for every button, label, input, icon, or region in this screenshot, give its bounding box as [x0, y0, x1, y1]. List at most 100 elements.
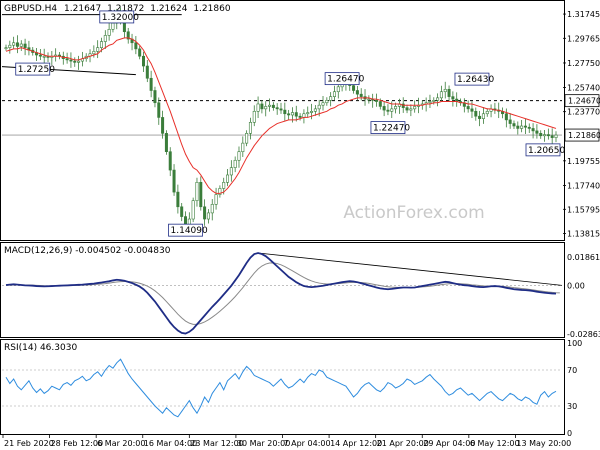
candle-body — [99, 41, 103, 48]
axes: 1.24670 1.21860 1.31745 1.29765 1.27750 1.257… — [2, 10, 600, 448]
macd-tick-label: 0.018615 — [567, 253, 600, 262]
candle-body — [92, 51, 96, 55]
candle-body — [474, 111, 478, 117]
x-tick-label: 21 Feb 2020 — [4, 439, 54, 448]
candle-body — [554, 134, 558, 138]
candle-body — [539, 133, 543, 137]
price-tick-label: 1.25740 — [567, 84, 600, 93]
candle-body — [145, 65, 149, 79]
candle-body — [512, 123, 516, 127]
candle-body — [199, 182, 203, 208]
candle-body — [142, 55, 146, 67]
macd-plot — [2, 252, 563, 335]
candle-body — [527, 126, 531, 129]
candle-body — [478, 115, 482, 119]
candle-body — [317, 104, 321, 110]
candle-body — [504, 113, 508, 121]
candle-body — [325, 99, 329, 104]
candle-body — [65, 58, 69, 61]
candle-body — [23, 43, 27, 48]
candle-body — [38, 54, 42, 57]
x-tick-label: 21 Apr 20:00 — [377, 439, 429, 448]
candle-body — [180, 206, 184, 217]
candle-body — [153, 90, 157, 104]
candle-body — [241, 142, 245, 153]
rsi-tick-label: 0 — [567, 429, 572, 438]
price-tick-label: 1.17740 — [567, 181, 600, 190]
x-tick-label: 16 Mar 04:00 — [144, 439, 197, 448]
candle-body — [134, 42, 138, 50]
candle-body — [374, 99, 378, 102]
candle-body — [203, 206, 207, 220]
candle-body — [4, 47, 8, 49]
candle-body — [15, 42, 19, 47]
candle-body — [287, 113, 291, 116]
candle-body — [176, 191, 180, 208]
candle-body — [103, 35, 107, 42]
candle-body — [332, 91, 336, 97]
candle-body — [237, 151, 241, 161]
x-tick-label: 30 Mar 20:00 — [237, 439, 290, 448]
candle-body — [256, 103, 260, 112]
macd-tick-label: -0.028631 — [567, 330, 600, 339]
candle-body — [245, 133, 249, 144]
annotation-label: 1.20650 — [528, 146, 565, 156]
candle-body — [321, 102, 325, 106]
annotation-label: 1.26470 — [327, 75, 364, 85]
candle-body — [252, 111, 256, 123]
candle-body — [470, 108, 474, 112]
candle-body — [149, 77, 153, 91]
candle-body — [447, 88, 451, 97]
candle-body — [355, 90, 359, 95]
candle-body — [279, 108, 283, 111]
candle-body — [531, 128, 535, 132]
x-tick-label: 29 Apr 04:00 — [423, 439, 475, 448]
candle-body — [352, 85, 356, 91]
candle-body — [222, 182, 226, 189]
price-tick-label: 1.13815 — [567, 230, 600, 239]
candle-body — [226, 174, 230, 183]
candle-body — [107, 29, 111, 36]
candle-body — [443, 88, 447, 93]
x-tick-label: 23 Mar 12:00 — [190, 439, 243, 448]
candle-body — [96, 47, 100, 52]
candle-body — [195, 182, 199, 201]
candle-body — [275, 107, 279, 110]
candle-body — [233, 159, 237, 168]
rsi-plot — [2, 358, 562, 418]
rsi-title: RSI(14) 46.3030 — [4, 343, 77, 353]
candle-body — [77, 60, 81, 63]
x-tick-label: 7 Apr 04:00 — [284, 439, 331, 448]
candle-body — [12, 42, 16, 46]
candle-body — [367, 98, 371, 101]
candle-body — [111, 22, 115, 30]
price-tick-label: 1.31745 — [567, 10, 600, 19]
candle-body — [329, 96, 333, 101]
candle-body — [523, 125, 527, 128]
price-tick-label: 1.27750 — [567, 59, 600, 68]
moving-average-line — [5, 37, 557, 194]
candle-body — [428, 101, 432, 104]
candle-body — [451, 96, 455, 100]
x-tick-label: 28 Feb 12:00 — [51, 439, 103, 448]
candle-body — [516, 125, 520, 129]
candle-body — [210, 204, 214, 214]
watermark: ActionForex.com — [343, 203, 484, 223]
candle-body — [485, 111, 489, 115]
rsi-panel-frame — [0, 339, 565, 435]
candle-body — [543, 134, 547, 137]
candle-body — [298, 115, 302, 118]
candle-body — [168, 151, 172, 171]
candle-body — [138, 48, 142, 57]
rsi-line — [5, 358, 557, 418]
price-tick-label: 1.15795 — [567, 205, 600, 214]
candle-body — [310, 111, 314, 113]
candle-body — [290, 112, 294, 116]
candle-body — [546, 134, 550, 137]
candle-body — [69, 59, 73, 62]
candle-body — [390, 108, 394, 112]
rsi-tick-label: 70 — [567, 366, 577, 375]
candle-body — [248, 122, 252, 134]
annotation-label: 1.22470 — [373, 124, 410, 134]
candle-body — [8, 44, 12, 48]
